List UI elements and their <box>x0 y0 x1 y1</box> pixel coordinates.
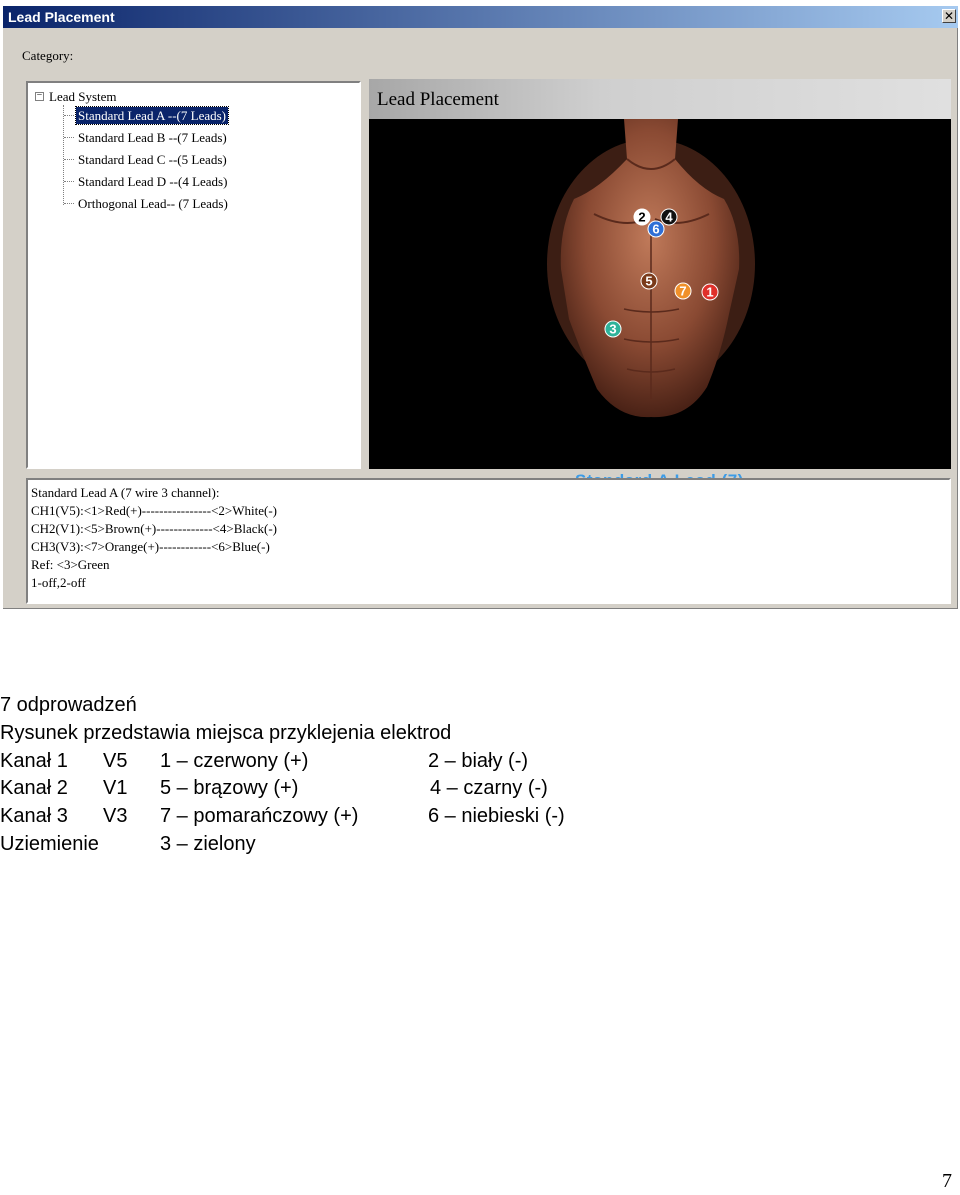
tree-item-label: Standard Lead B --(7 Leads) <box>78 130 227 145</box>
lead-description: Standard Lead A (7 wire 3 channel): CH1(… <box>26 478 951 604</box>
lead-marker-7: 7 <box>674 282 692 300</box>
panel-title: Lead Placement <box>377 89 499 110</box>
title-bar: Lead Placement ✕ <box>3 6 958 28</box>
desc-line: Standard Lead A (7 wire 3 channel): <box>31 485 220 500</box>
lead-number: 7 <box>679 284 686 299</box>
page-number: 7 <box>942 1170 952 1192</box>
desc-line: Ref: <3>Green <box>31 557 110 572</box>
lead-number: 6 <box>652 222 659 237</box>
lead-marker-3: 3 <box>604 320 622 338</box>
desc-line: CH2(V1):<5>Brown(+)-------------<4>Black… <box>31 521 278 536</box>
lead-marker-2: 2 <box>633 208 651 226</box>
lead-number: 3 <box>609 322 616 337</box>
tree-item-label: Standard Lead C --(5 Leads) <box>78 152 227 167</box>
window-title: Lead Placement <box>8 9 115 25</box>
tree-item-label: Standard Lead D --(4 Leads) <box>78 174 228 189</box>
lead-number: 1 <box>706 285 713 300</box>
torso-image: 2 46 5 7 1 3 <box>547 119 755 418</box>
tree-connector <box>63 105 64 205</box>
desc-line: CH3(V3):<7>Orange(+)------------<6>Blue(… <box>31 539 270 554</box>
collapse-icon[interactable]: − <box>35 91 44 101</box>
lead-marker-5: 5 <box>640 272 658 290</box>
lead-number: 4 <box>665 210 673 225</box>
torso-illustration: 2465713 Standard A Lead (7) <box>369 119 951 490</box>
category-tree[interactable]: − Lead System Standard Lead A --(7 Leads… <box>26 81 361 469</box>
lead-marker-4: 4 <box>660 208 678 226</box>
category-label: Category: <box>22 48 74 63</box>
close-button[interactable]: ✕ <box>942 9 956 23</box>
lead-marker-6: 6 <box>647 220 665 238</box>
lead-number: 5 <box>645 274 652 289</box>
tree-item-label: Orthogonal Lead-- (7 Leads) <box>78 196 228 211</box>
lead-placement-panel: Lead Placement 2465713 Standa <box>369 79 951 490</box>
panel-header: Lead Placement <box>369 79 951 119</box>
close-icon: ✕ <box>943 9 955 23</box>
lead-placement-window: Lead Placement ✕ Category: − Lead System… <box>3 6 958 609</box>
tree-root-label: Lead System <box>49 89 117 104</box>
desc-line: CH1(V5):<1>Red(+)----------------<2>Whit… <box>31 503 277 518</box>
desc-line: 1-off,2-off <box>31 575 86 590</box>
lead-number: 2 <box>638 210 645 225</box>
lead-marker-1: 1 <box>701 283 719 301</box>
tree-item-label: Standard Lead A --(7 Leads) <box>74 106 230 125</box>
